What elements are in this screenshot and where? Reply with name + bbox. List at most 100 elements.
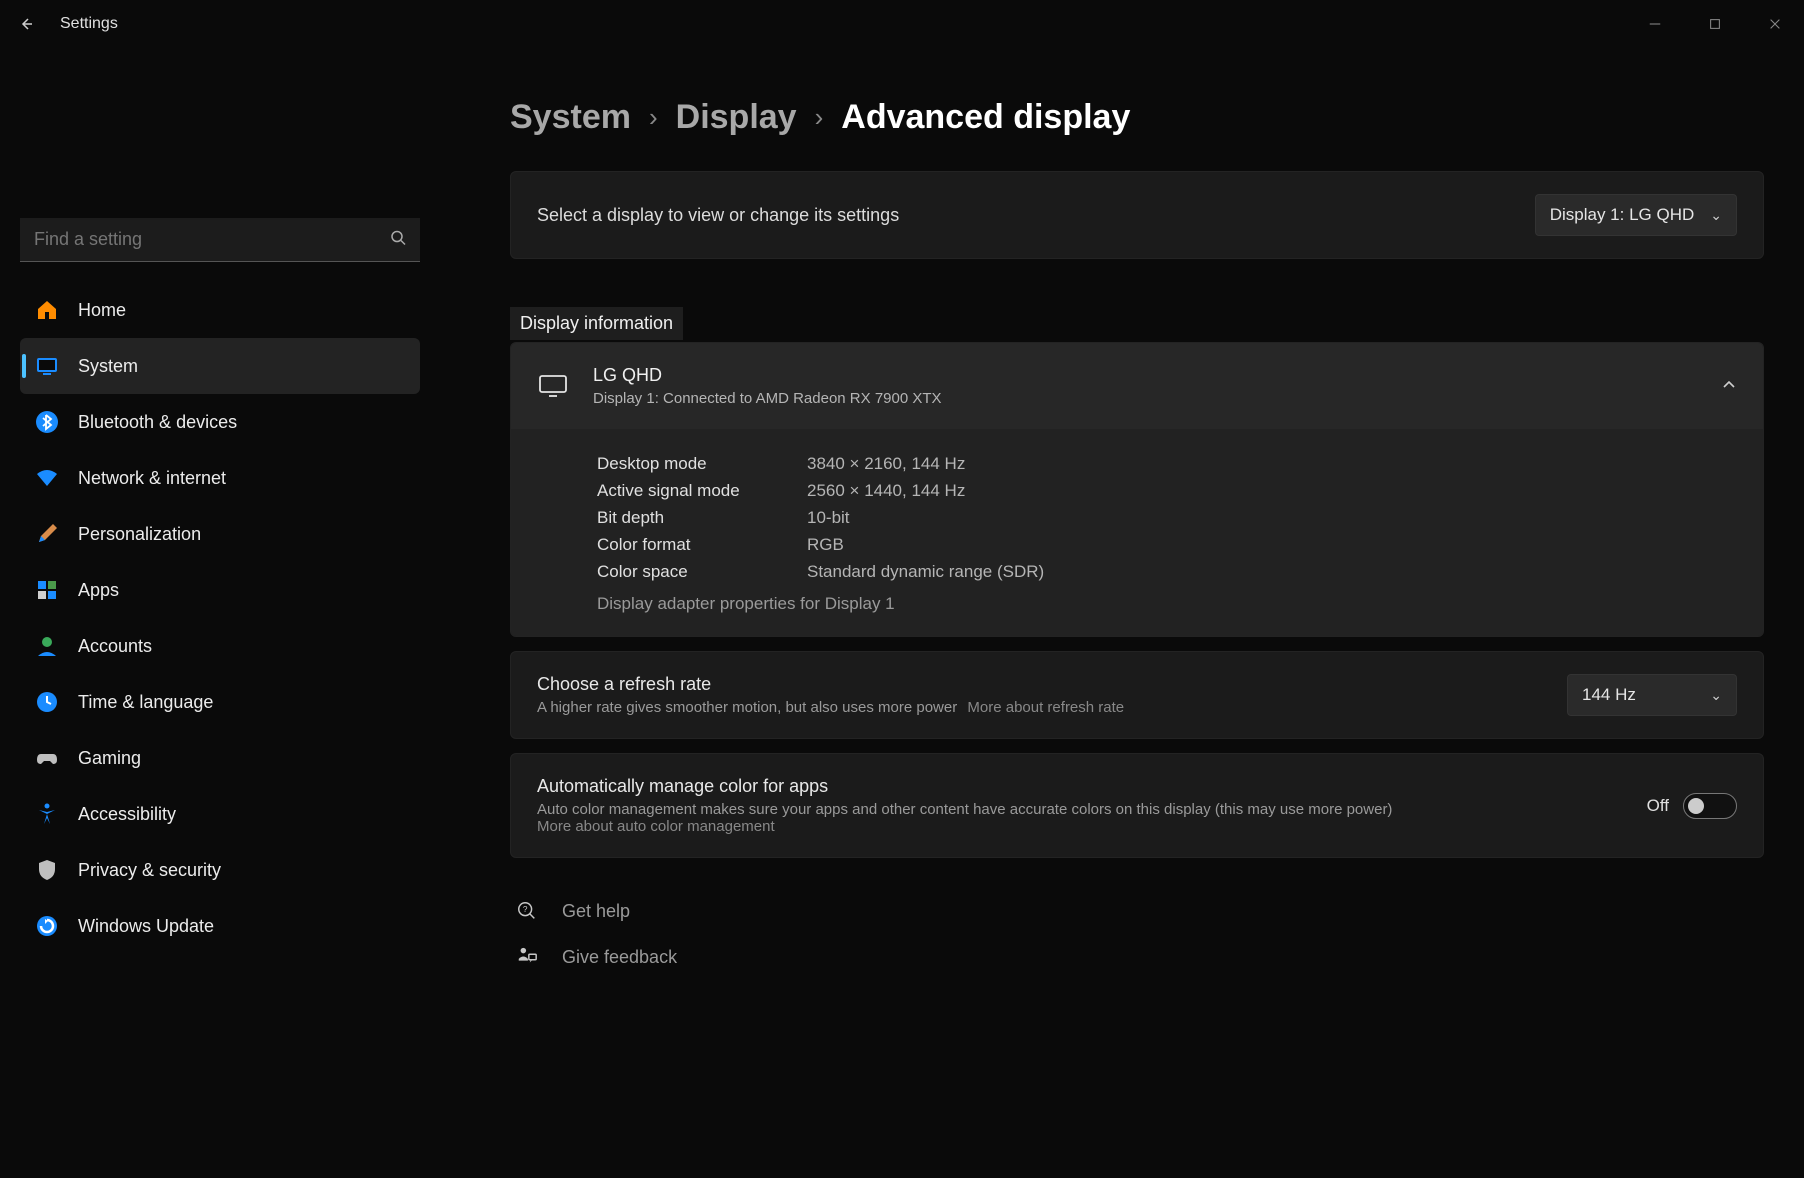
display-selector-card: Select a display to view or change its s…: [510, 171, 1764, 259]
info-value: 3840 × 2160, 144 Hz: [807, 454, 965, 474]
feedback-icon: [514, 944, 540, 970]
titlebar-left: Settings: [16, 14, 118, 34]
display-info-header[interactable]: LG QHD Display 1: Connected to AMD Radeo…: [511, 343, 1763, 429]
personalization-icon: [34, 521, 60, 547]
app-title: Settings: [60, 15, 118, 33]
sidebar-item-apps[interactable]: Apps: [20, 562, 420, 618]
get-help-label: Get help: [562, 901, 630, 922]
refresh-rate-more-link[interactable]: More about refresh rate: [967, 699, 1124, 716]
info-row: Active signal mode 2560 × 1440, 144 Hz: [597, 481, 1737, 501]
home-icon: [34, 297, 60, 323]
breadcrumb-display[interactable]: Display: [676, 98, 797, 137]
sidebar-item-label: Accounts: [78, 636, 152, 657]
section-label-display-info: Display information: [510, 307, 683, 340]
sidebar-item-label: Windows Update: [78, 916, 214, 937]
display-selector-label: Select a display to view or change its s…: [537, 205, 899, 226]
info-row: Desktop mode 3840 × 2160, 144 Hz: [597, 454, 1737, 474]
info-value: Standard dynamic range (SDR): [807, 562, 1044, 582]
display-name: LG QHD: [593, 365, 942, 386]
display-info-body: Desktop mode 3840 × 2160, 144 Hz Active …: [511, 429, 1763, 636]
sidebar-item-bluetooth[interactable]: Bluetooth & devices: [20, 394, 420, 450]
sidebar-item-label: Network & internet: [78, 468, 226, 489]
sidebar-item-time-language[interactable]: Time & language: [20, 674, 420, 730]
display-info-card: LG QHD Display 1: Connected to AMD Radeo…: [510, 342, 1764, 637]
info-value: RGB: [807, 535, 844, 555]
adapter-properties-link[interactable]: Display adapter properties for Display 1: [597, 594, 1737, 614]
info-row: Color space Standard dynamic range (SDR): [597, 562, 1737, 582]
update-icon: [34, 913, 60, 939]
help-icon: ?: [514, 898, 540, 924]
info-key: Desktop mode: [597, 454, 787, 474]
system-icon: [34, 353, 60, 379]
breadcrumb-current: Advanced display: [841, 98, 1130, 137]
sidebar-item-label: System: [78, 356, 138, 377]
chevron-right-icon: ›: [649, 102, 658, 133]
chevron-down-icon: ⌄: [1710, 207, 1722, 224]
sidebar-item-home[interactable]: Home: [20, 282, 420, 338]
maximize-button[interactable]: [1706, 15, 1724, 33]
info-key: Active signal mode: [597, 481, 787, 501]
auto-color-toggle-wrap: Off: [1647, 793, 1737, 819]
sidebar-item-personalization[interactable]: Personalization: [20, 506, 420, 562]
sidebar-item-label: Personalization: [78, 524, 201, 545]
back-button[interactable]: [16, 14, 36, 34]
display-selector-dropdown[interactable]: Display 1: LG QHD ⌄: [1535, 194, 1737, 236]
time-language-icon: [34, 689, 60, 715]
chevron-right-icon: ›: [815, 102, 824, 133]
info-value: 10-bit: [807, 508, 850, 528]
get-help-link[interactable]: ? Get help: [510, 888, 1764, 934]
close-button[interactable]: [1766, 15, 1784, 33]
give-feedback-link[interactable]: Give feedback: [510, 934, 1764, 980]
sidebar-item-accounts[interactable]: Accounts: [20, 618, 420, 674]
refresh-rate-dropdown[interactable]: 144 Hz ⌄: [1567, 674, 1737, 716]
accounts-icon: [34, 633, 60, 659]
auto-color-card: Automatically manage color for apps Auto…: [510, 753, 1764, 858]
refresh-rate-title: Choose a refresh rate: [537, 674, 1124, 695]
auto-color-sub: Auto color management makes sure your ap…: [537, 801, 1392, 835]
sidebar-item-label: Apps: [78, 580, 119, 601]
auto-color-toggle[interactable]: [1683, 793, 1737, 819]
sidebar-item-accessibility[interactable]: Accessibility: [20, 786, 420, 842]
sidebar: Home System Bluetooth & devices Network …: [0, 48, 440, 1178]
bluetooth-icon: [34, 409, 60, 435]
display-selector-value: Display 1: LG QHD: [1550, 205, 1695, 225]
sidebar-item-label: Accessibility: [78, 804, 176, 825]
titlebar: Settings: [0, 0, 1804, 48]
sidebar-item-windows-update[interactable]: Windows Update: [20, 898, 420, 954]
breadcrumb-system[interactable]: System: [510, 98, 631, 137]
gaming-icon: [34, 745, 60, 771]
sidebar-item-system[interactable]: System: [20, 338, 420, 394]
shield-icon: [34, 857, 60, 883]
sidebar-item-label: Home: [78, 300, 126, 321]
chevron-down-icon: ⌄: [1710, 687, 1722, 704]
sidebar-item-gaming[interactable]: Gaming: [20, 730, 420, 786]
sidebar-item-label: Privacy & security: [78, 860, 221, 881]
sidebar-item-privacy[interactable]: Privacy & security: [20, 842, 420, 898]
sidebar-item-network[interactable]: Network & internet: [20, 450, 420, 506]
svg-text:?: ?: [523, 905, 528, 914]
info-key: Bit depth: [597, 508, 787, 528]
info-row: Color format RGB: [597, 535, 1737, 555]
sidebar-item-label: Time & language: [78, 692, 213, 713]
search-wrap: [20, 218, 420, 262]
display-connection: Display 1: Connected to AMD Radeon RX 79…: [593, 390, 942, 407]
refresh-rate-sub: A higher rate gives smoother motion, but…: [537, 699, 1124, 716]
window-controls: [1646, 15, 1788, 33]
nav-list: Home System Bluetooth & devices Network …: [20, 282, 420, 954]
auto-color-more-link[interactable]: More about auto color management: [537, 818, 775, 835]
info-key: Color format: [597, 535, 787, 555]
apps-icon: [34, 577, 60, 603]
monitor-icon: [537, 370, 569, 402]
refresh-rate-card: Choose a refresh rate A higher rate give…: [510, 651, 1764, 739]
refresh-rate-value: 144 Hz: [1582, 685, 1636, 705]
chevron-up-icon: [1721, 377, 1737, 396]
minimize-button[interactable]: [1646, 15, 1664, 33]
network-icon: [34, 465, 60, 491]
breadcrumb: System › Display › Advanced display: [510, 98, 1764, 137]
info-value: 2560 × 1440, 144 Hz: [807, 481, 965, 501]
auto-color-title: Automatically manage color for apps: [537, 776, 1392, 797]
sidebar-item-label: Gaming: [78, 748, 141, 769]
search-input[interactable]: [20, 218, 420, 262]
info-row: Bit depth 10-bit: [597, 508, 1737, 528]
main-content: System › Display › Advanced display Sele…: [440, 48, 1804, 1178]
